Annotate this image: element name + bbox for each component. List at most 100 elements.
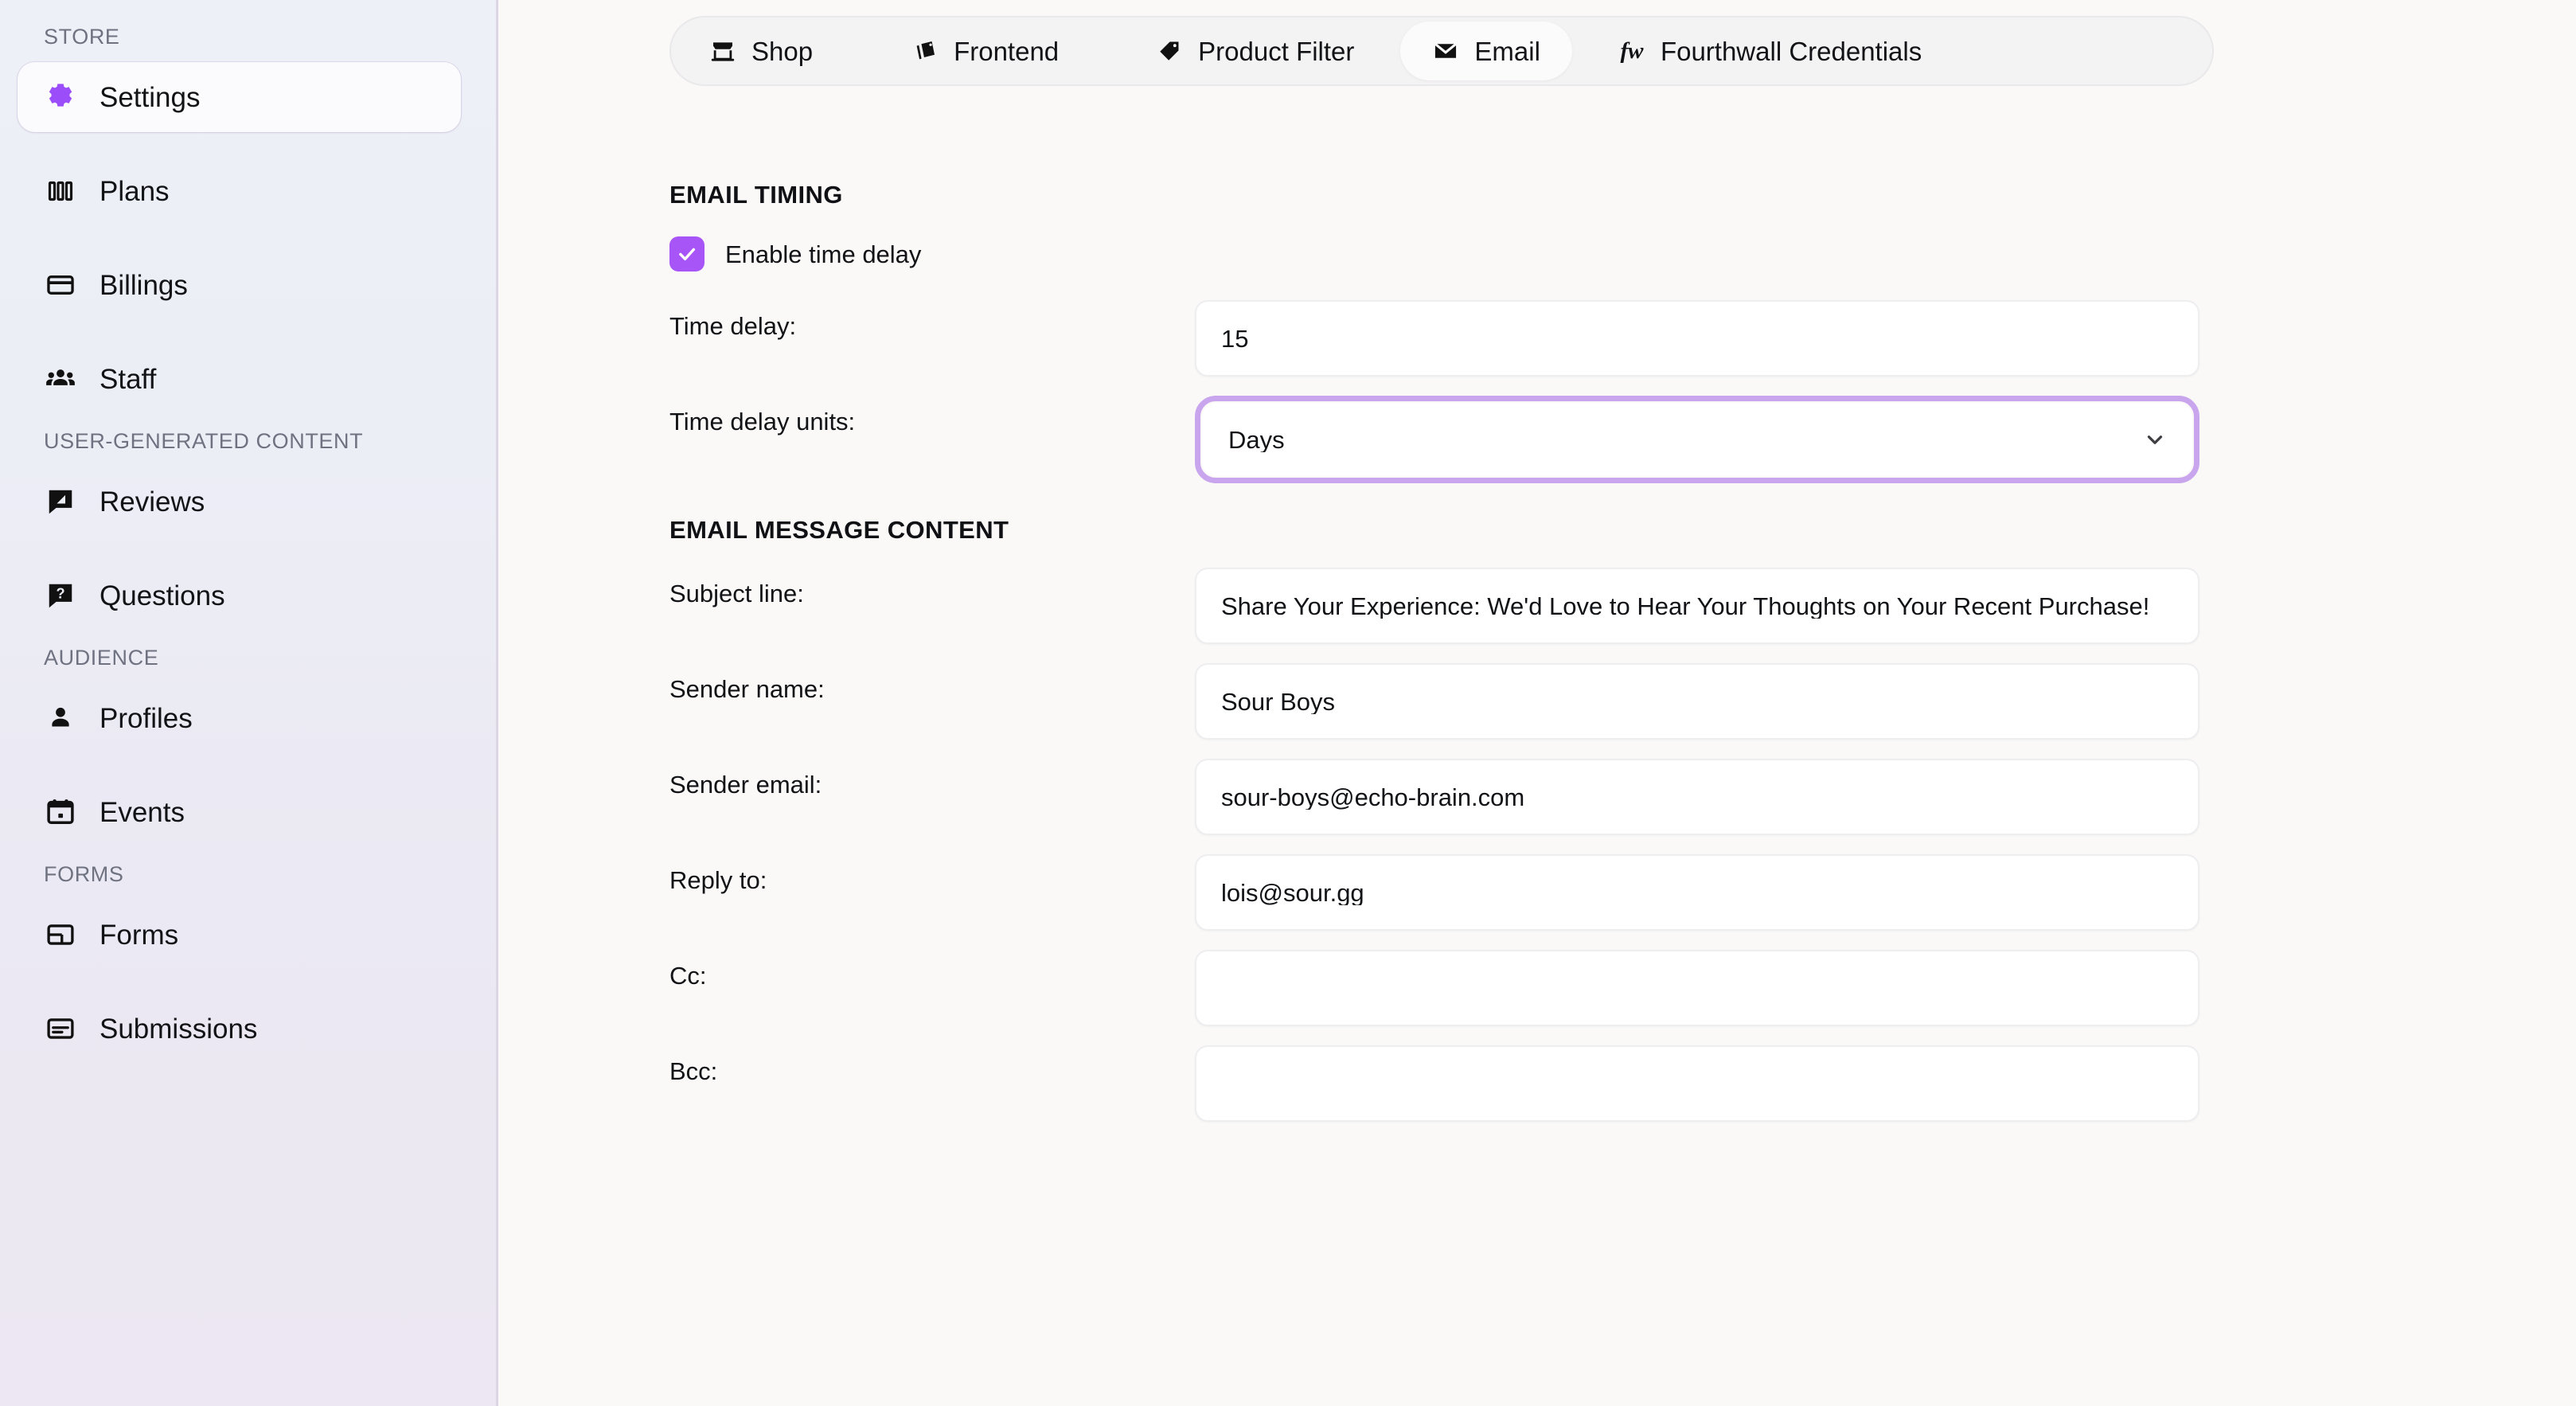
subject-line-label: Subject line: — [669, 580, 804, 607]
tab-label: Fourthwall Credentials — [1660, 36, 1922, 66]
sidebar-section-label-user-generated-content: USER-GENERATED CONTENT — [44, 429, 364, 453]
sidebar-item-profiles[interactable]: Profiles — [18, 683, 461, 753]
bcc-input[interactable] — [1195, 1045, 2199, 1122]
sidebar-item-label: Profiles — [100, 702, 193, 734]
sidebar-item-label: Settings — [100, 81, 201, 113]
cc-input[interactable] — [1195, 950, 2199, 1026]
time-delay-label: Time delay: — [669, 312, 797, 340]
sender-email-input[interactable]: sour-boys@echo-brain.com — [1195, 759, 2199, 835]
sender-email-value: sour-boys@echo-brain.com — [1221, 784, 1525, 810]
cc-field-wrap — [1195, 950, 2199, 1026]
sidebar-section-label-forms: FORMS — [44, 862, 124, 886]
subject-line-field-wrap: Share Your Experience: We'd Love to Hear… — [1195, 568, 2199, 644]
tab-frontend[interactable]: Frontend — [880, 21, 1091, 80]
sidebar-item-questions[interactable]: ? Questions — [18, 560, 461, 631]
email-timing-section-title: EMAIL TIMING — [669, 181, 843, 209]
people-group-icon — [45, 363, 76, 395]
sender-name-row: Sender name: Sour Boys — [669, 663, 2214, 740]
sidebar-item-forms[interactable]: Forms — [18, 900, 461, 970]
subject-line-row: Subject line: Share Your Experience: We'… — [669, 568, 2214, 644]
settings-content-column: Shop Frontend Product Filter Email fw Fo… — [669, 0, 2214, 1122]
sidebar-item-label: Plans — [100, 175, 170, 207]
storefront-icon — [709, 37, 736, 64]
tab-email[interactable]: Email — [1400, 21, 1572, 80]
time-delay-units-value: Days — [1228, 427, 1285, 452]
gear-icon — [45, 81, 76, 113]
time-delay-input[interactable]: 15 — [1195, 300, 2199, 377]
sender-email-field-wrap: sour-boys@echo-brain.com — [1195, 759, 2199, 835]
subject-line-input[interactable]: Share Your Experience: We'd Love to Hear… — [1195, 568, 2199, 644]
sidebar-item-billings[interactable]: Billings — [18, 250, 461, 320]
bcc-field-wrap — [1195, 1045, 2199, 1122]
sidebar-item-label: Billings — [100, 269, 188, 301]
tag-icon — [1156, 37, 1183, 64]
bcc-row: Bcc: — [669, 1045, 2214, 1122]
reply-to-row: Reply to: lois@sour.gg — [669, 854, 2214, 931]
sidebar-item-label: Submissions — [100, 1013, 258, 1045]
sender-email-label: Sender email: — [669, 771, 822, 799]
time-delay-field-wrap: 15 — [1195, 300, 2199, 377]
sidebar-item-label: Events — [100, 796, 185, 828]
enable-time-delay-label: Enable time delay — [725, 240, 922, 268]
sender-name-field-wrap: Sour Boys — [1195, 663, 2199, 740]
settings-tabbar: Shop Frontend Product Filter Email fw Fo… — [669, 16, 2214, 86]
tab-label: Product Filter — [1198, 36, 1355, 66]
app-root: STORE Settings Plans Billings Staff USER… — [0, 0, 2576, 1406]
sidebar-item-submissions[interactable]: Submissions — [18, 994, 461, 1064]
tab-label: Shop — [751, 36, 814, 66]
tab-product-filter[interactable]: Product Filter — [1124, 21, 1386, 80]
calendar-icon — [45, 796, 76, 828]
enable-time-delay-checkbox[interactable] — [669, 236, 704, 271]
sender-name-value: Sour Boys — [1221, 689, 1336, 714]
time-delay-units-row: Time delay units: Days — [669, 396, 2214, 483]
main-content: Shop Frontend Product Filter Email fw Fo… — [498, 0, 2576, 1406]
sidebar-item-plans[interactable]: Plans — [18, 156, 461, 226]
time-delay-units-label: Time delay units: — [669, 408, 856, 435]
time-delay-units-select[interactable]: Days — [1202, 403, 2192, 476]
reply-to-input[interactable]: lois@sour.gg — [1195, 854, 2199, 931]
sidebar-item-label: Staff — [100, 363, 157, 395]
sidebar: STORE Settings Plans Billings Staff USER… — [0, 0, 498, 1406]
tab-label: Frontend — [954, 36, 1060, 66]
review-speech-bubble-icon — [45, 486, 76, 517]
sidebar-item-settings[interactable]: Settings — [18, 62, 461, 132]
cc-row: Cc: — [669, 950, 2214, 1026]
chevron-down-icon[interactable] — [2143, 428, 2167, 451]
bcc-label: Bcc: — [669, 1057, 718, 1085]
sidebar-item-label: Questions — [100, 580, 225, 611]
fw-wordmark-icon: fw — [1620, 37, 1644, 64]
sidebar-item-label: Reviews — [100, 486, 205, 517]
email-message-content-section-title: EMAIL MESSAGE CONTENT — [669, 516, 1009, 544]
person-icon — [45, 702, 76, 734]
sidebar-item-events[interactable]: Events — [18, 777, 461, 847]
sidebar-section-label-store: STORE — [44, 25, 120, 49]
sender-name-input[interactable]: Sour Boys — [1195, 663, 2199, 740]
reply-to-field-wrap: lois@sour.gg — [1195, 854, 2199, 931]
time-delay-units-focus-ring: Days — [1195, 396, 2199, 483]
plans-bars-icon — [45, 175, 76, 207]
reply-to-value: lois@sour.gg — [1221, 880, 1364, 905]
question-speech-bubble-icon: ? — [45, 580, 76, 611]
sidebar-item-reviews[interactable]: Reviews — [18, 467, 461, 537]
form-layout-icon — [45, 919, 76, 951]
reply-to-label: Reply to: — [669, 866, 767, 894]
tab-label: Email — [1474, 36, 1540, 66]
tab-shop[interactable]: Shop — [677, 21, 845, 80]
layers-icon — [911, 37, 939, 64]
subject-line-value: Share Your Experience: We'd Love to Hear… — [1221, 593, 2150, 619]
sidebar-item-staff[interactable]: Staff — [18, 344, 461, 414]
submission-lines-icon — [45, 1013, 76, 1045]
sender-name-label: Sender name: — [669, 675, 825, 703]
enable-time-delay-row: Enable time delay — [669, 236, 2214, 271]
sidebar-section-label-audience: AUDIENCE — [44, 646, 159, 670]
svg-text:?: ? — [56, 585, 64, 601]
time-delay-row: Time delay: 15 — [669, 300, 2214, 377]
time-delay-value: 15 — [1221, 326, 1249, 351]
tab-fourthwall-credentials[interactable]: fw Fourthwall Credentials — [1587, 21, 1953, 80]
time-delay-units-field-wrap: Days — [1195, 396, 2199, 483]
